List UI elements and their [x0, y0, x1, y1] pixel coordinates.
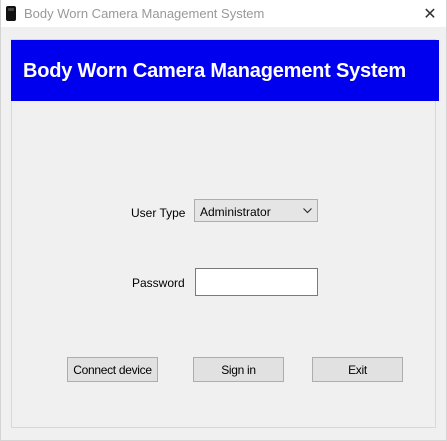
- close-icon: ✕: [423, 5, 437, 23]
- login-window: Body Worn Camera Management System ✕ Bod…: [0, 0, 447, 441]
- sign-in-button[interactable]: Sign in: [193, 357, 284, 382]
- exit-label: Exit: [348, 362, 367, 377]
- title-bar[interactable]: Body Worn Camera Management System ✕: [1, 0, 446, 27]
- banner-title: Body Worn Camera Management System: [23, 60, 406, 82]
- password-field[interactable]: [195, 268, 318, 296]
- password-label: Password: [132, 276, 185, 290]
- window-title: Body Worn Camera Management System: [24, 6, 265, 21]
- user-type-label: User Type: [131, 206, 186, 220]
- camera-icon: [6, 6, 16, 21]
- close-button[interactable]: ✕: [414, 0, 446, 27]
- user-type-select[interactable]: Administrator: [194, 199, 318, 222]
- header-banner: Body Worn Camera Management System: [11, 40, 439, 101]
- connect-device-label: Connect device: [73, 362, 152, 377]
- user-type-value: Administrator: [200, 205, 271, 219]
- exit-button[interactable]: Exit: [312, 357, 403, 382]
- chevron-down-icon: [303, 208, 312, 214]
- connect-device-button[interactable]: Connect device: [67, 357, 158, 382]
- sign-in-label: Sign in: [221, 362, 256, 377]
